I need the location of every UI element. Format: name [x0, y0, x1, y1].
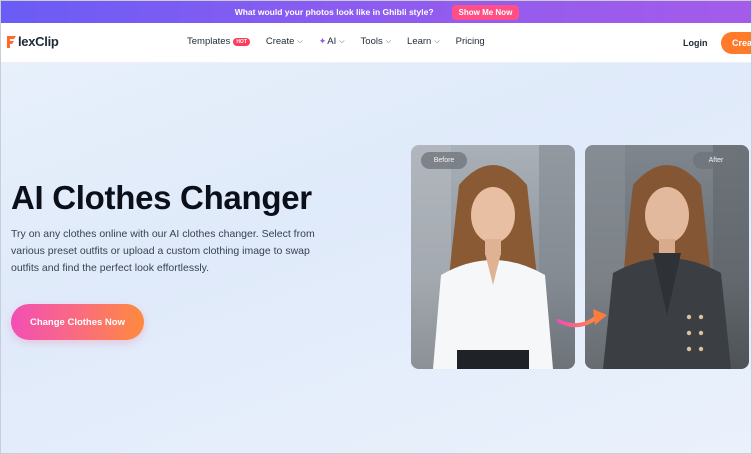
- hero-section: AI Clothes Changer Try on any clothes on…: [1, 63, 751, 453]
- nav-item-tools[interactable]: Tools ⌵: [361, 36, 392, 47]
- nav-ai-label: AI: [327, 36, 337, 47]
- logo-text: lexClip: [18, 34, 59, 49]
- create-button[interactable]: Creat: [721, 32, 751, 54]
- show-me-now-button[interactable]: Show Me Now: [451, 4, 520, 20]
- after-image: After: [585, 145, 749, 369]
- nav-pricing-label: Pricing: [455, 36, 485, 47]
- change-clothes-now-button[interactable]: Change Clothes Now: [11, 304, 144, 340]
- page-title: AI Clothes Changer: [11, 179, 312, 216]
- promo-text: What would your photos look like in Ghib…: [234, 7, 434, 17]
- hot-badge: HOT: [233, 37, 250, 46]
- after-label: After: [693, 152, 739, 169]
- nav-templates-label: Templates: [187, 36, 231, 47]
- chevron-down-icon: ⌵: [385, 37, 392, 45]
- promo-banner: What would your photos look like in Ghib…: [1, 1, 751, 23]
- chevron-down-icon: ⌵: [297, 37, 303, 45]
- login-link[interactable]: Login: [683, 38, 708, 48]
- nav-item-pricing[interactable]: Pricing: [456, 36, 485, 47]
- nav-create-label: Create: [265, 36, 295, 47]
- after-photo-illustration: [585, 145, 749, 369]
- nav-item-learn[interactable]: Learn ⌵: [407, 36, 440, 47]
- hero-description: Try on any clothes online with our AI cl…: [11, 228, 315, 274]
- nav-learn-label: Learn: [407, 36, 432, 47]
- before-image: Before: [411, 145, 575, 369]
- nav-item-templates[interactable]: Templates HOT: [187, 36, 250, 47]
- nav-item-create[interactable]: Create ⌵: [266, 36, 303, 47]
- chevron-down-icon: ⌵: [339, 37, 345, 45]
- flexclip-logo-icon: [6, 35, 17, 49]
- nav-item-ai[interactable]: ✦ AI ⌵: [319, 36, 345, 47]
- chevron-down-icon: ⌵: [434, 37, 440, 45]
- nav-tools-label: Tools: [360, 36, 383, 47]
- main-menu: Templates HOT Create ⌵ ✦ AI ⌵ Tools ⌵ Le…: [187, 36, 501, 47]
- curved-arrow-icon: [557, 309, 607, 328]
- page: What would your photos look like in Ghib…: [0, 0, 752, 454]
- before-photo-illustration: [411, 145, 575, 369]
- flexclip-logo[interactable]: lexClip: [6, 34, 59, 49]
- before-label: Before: [421, 152, 467, 169]
- sparkle-icon: ✦: [318, 36, 327, 46]
- top-nav: lexClip Templates HOT Create ⌵ ✦ AI ⌵ To…: [1, 23, 751, 63]
